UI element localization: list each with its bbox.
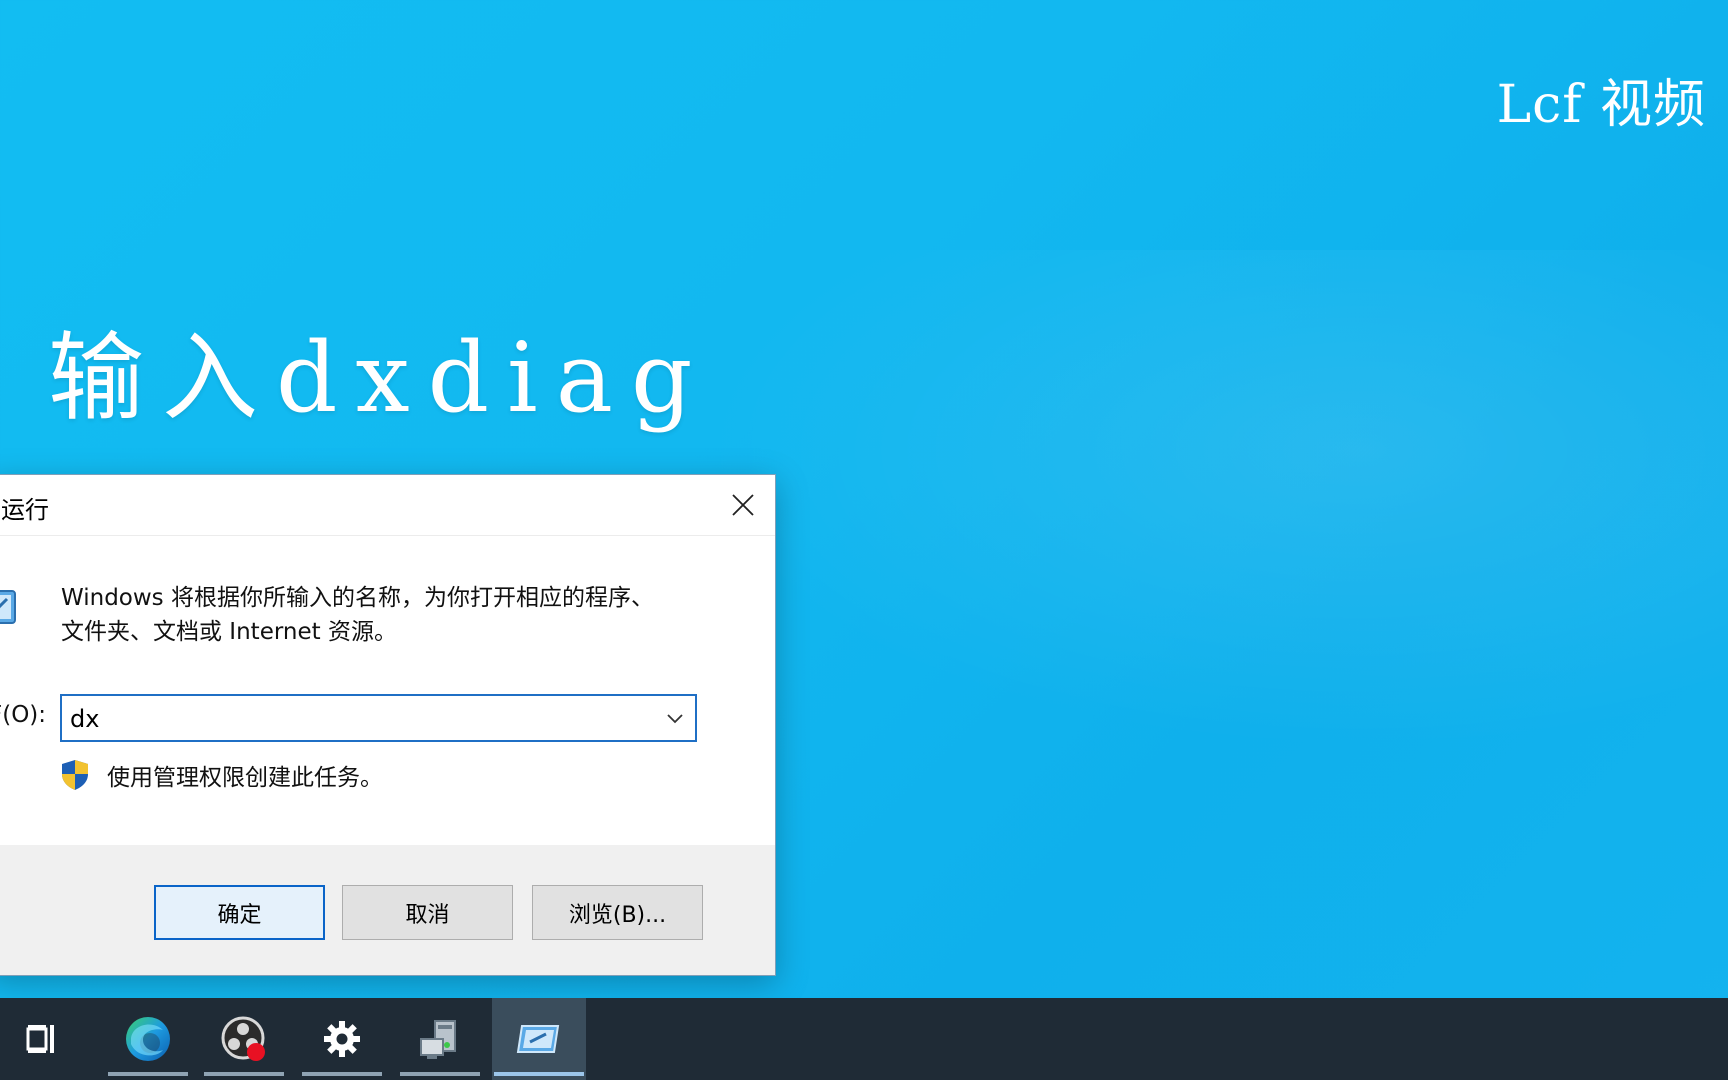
desktop-background [700,250,1728,750]
taskbar-device-manager[interactable] [398,998,482,1080]
overlay-caption: 输入dxdiag [48,322,711,434]
taskbar-settings[interactable] [300,998,384,1080]
gear-icon [324,1021,360,1057]
taskbar-run[interactable] [492,998,586,1080]
description-line-2: 文件夹、文档或 Internet 资源。 [61,619,397,645]
browse-button[interactable]: 浏览(B)... [532,885,703,940]
taskbar-obs[interactable] [202,998,286,1080]
close-icon [732,494,754,516]
run-dialog: 运行 Windows 将根据你所输入的名称，为你打开相应的程序、 文件夹、文档或… [0,474,776,976]
description-line-1: Windows 将根据你所输入的名称，为你打开相应的程序、 [61,585,654,611]
chevron-down-icon [667,714,683,724]
task-view-icon [26,1025,54,1053]
admin-row: 使用管理权限创建此任务。 [61,757,383,793]
taskbar-task-view[interactable] [2,998,86,1080]
dialog-description: Windows 将根据你所输入的名称，为你打开相应的程序、 文件夹、文档或 In… [61,581,701,649]
obs-icon [221,1016,265,1061]
ok-button[interactable]: 确定 [154,885,325,940]
edge-icon [126,1017,170,1061]
device-icon [420,1020,456,1059]
run-icon [0,590,16,624]
dialog-title: 运行 [1,496,49,524]
dropdown-button[interactable] [655,696,695,740]
dialog-titlebar[interactable]: 运行 [0,475,775,536]
admin-text: 使用管理权限创建此任务。 [107,765,383,791]
open-combobox[interactable] [60,694,697,742]
shield-icon [62,760,88,790]
cancel-button[interactable]: 取消 [342,885,513,940]
dialog-footer: 确定 取消 浏览(B)... [0,845,775,975]
watermark-text: Lcf 视频 [1496,75,1706,135]
run-icon [516,1025,560,1053]
open-label: F(O): [0,702,47,728]
close-button[interactable] [711,475,775,535]
taskbar [0,998,1728,1080]
open-input[interactable] [68,700,632,738]
taskbar-edge[interactable] [106,998,190,1080]
